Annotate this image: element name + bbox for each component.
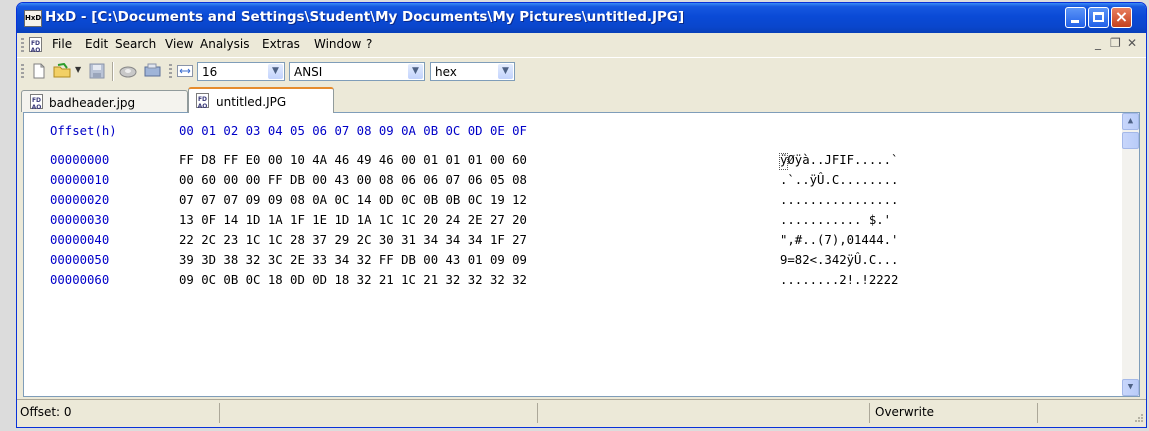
vertical-scrollbar[interactable]: ▲ ▼	[1122, 113, 1139, 396]
maximize-icon	[1093, 12, 1104, 22]
scroll-down-button[interactable]: ▼	[1122, 379, 1139, 396]
row-ascii[interactable]: .`..ÿÛ.C........	[780, 173, 898, 187]
row-ascii[interactable]: ",#..(7),01444.'	[780, 233, 898, 247]
menu-search[interactable]: Search	[115, 37, 156, 51]
tab-badheader[interactable]: FD AO badheader.jpg	[21, 90, 188, 112]
menu-edit[interactable]: Edit	[85, 37, 108, 51]
close-icon: ×	[1114, 7, 1129, 26]
window-title: HxD - [C:\Documents and Settings\Student…	[45, 9, 685, 25]
row-offset: 00000060	[50, 273, 110, 287]
menu-analysis[interactable]: Analysis	[200, 37, 249, 51]
menu-file[interactable]: File	[52, 37, 72, 51]
row-ascii[interactable]: 9=82<.342ÿÛ.C...	[780, 253, 898, 267]
open-ram-icon[interactable]	[143, 63, 163, 79]
menu-window[interactable]: Window	[314, 37, 361, 51]
status-divider	[1037, 403, 1038, 423]
hxd-app-icon[interactable]: HxD	[24, 10, 42, 27]
save-icon[interactable]	[89, 63, 105, 79]
new-file-icon[interactable]	[31, 63, 47, 79]
row-hex-bytes[interactable]: 09 0C 0B 0C 18 0D 0D 18 32 21 1C 21 32 3…	[179, 273, 527, 287]
hxd-window: HxD HxD - [C:\Documents and Settings\Stu…	[16, 2, 1147, 428]
row-offset: 00000010	[50, 173, 110, 187]
toolbar-separator	[112, 62, 114, 81]
minimize-button[interactable]	[1065, 7, 1086, 28]
status-divider	[537, 403, 538, 423]
row-ascii[interactable]: ........2!.!2222	[780, 273, 898, 287]
hex-row[interactable]: 00000030 13 0F 14 1D 1A 1F 1E 1D 1A 1C 1…	[50, 213, 891, 229]
open-dropdown-icon[interactable]: ▼	[75, 65, 81, 74]
row-hex-bytes[interactable]: 39 3D 38 32 3C 2E 33 34 32 FF DB 00 43 0…	[179, 253, 527, 267]
tab-label: badheader.jpg	[49, 96, 136, 110]
menu-view[interactable]: View	[165, 37, 193, 51]
bytes-per-row-icon	[177, 65, 193, 77]
document-tabs: FD AO badheader.jpg FD AO untitled.JPG	[17, 87, 1146, 113]
hex-editor[interactable]: Offset(h) 00 01 02 03 04 05 06 07 08 09 …	[23, 112, 1140, 397]
row-hex-bytes[interactable]: FF D8 FF E0 00 10 4A 46 49 46 00 01 01 0…	[179, 153, 527, 167]
status-divider	[869, 403, 870, 423]
row-offset: 00000050	[50, 253, 110, 267]
column-header: 00 01 02 03 04 05 06 07 08 09 0A 0B 0C 0…	[179, 124, 527, 138]
scroll-up-button[interactable]: ▲	[1122, 113, 1139, 130]
menu-extras[interactable]: Extras	[262, 37, 300, 51]
minimize-icon	[1071, 20, 1079, 23]
hex-row[interactable]: 00000000 FF D8 FF E0 00 10 4A 46 49 46 0…	[50, 153, 898, 169]
row-offset: 00000020	[50, 193, 110, 207]
chevron-down-icon[interactable]: ▼	[498, 64, 513, 79]
caret-cursor	[779, 153, 788, 170]
mdi-close-icon[interactable]: ✕	[1127, 36, 1137, 50]
tab-untitled[interactable]: FD AO untitled.JPG	[188, 87, 334, 113]
chevron-down-icon[interactable]: ▼	[268, 64, 283, 79]
toolbar-grip-2[interactable]	[169, 64, 172, 79]
offset-base-select[interactable]: hex ▼	[430, 62, 515, 81]
open-folder-icon[interactable]	[53, 63, 73, 79]
charset-value: ANSI	[294, 65, 323, 79]
resize-grip-icon[interactable]	[1132, 413, 1144, 425]
document-icon[interactable]: FD AO	[29, 37, 42, 54]
row-hex-bytes[interactable]: 07 07 07 09 09 08 0A 0C 14 0D 0C 0B 0B 0…	[179, 193, 527, 207]
bytes-per-row-value: 16	[202, 65, 218, 79]
mdi-restore-icon[interactable]: ❐	[1110, 36, 1121, 50]
row-ascii[interactable]: ÿØÿà..JFIF.....`	[780, 153, 898, 167]
status-offset: Offset: 0	[20, 405, 72, 419]
menu-bar: FD AO File Edit Search View Analysis Extr…	[17, 33, 1146, 58]
hex-row[interactable]: 00000060 09 0C 0B 0C 18 0D 0D 18 32 21 1…	[50, 273, 898, 289]
maximize-button[interactable]	[1088, 7, 1109, 28]
offset-header: Offset(h)	[50, 124, 117, 138]
status-mode: Overwrite	[875, 405, 935, 419]
row-ascii[interactable]: ................	[780, 193, 898, 207]
row-hex-bytes[interactable]: 22 2C 23 1C 1C 28 37 29 2C 30 31 34 34 3…	[179, 233, 527, 247]
hex-row[interactable]: 00000010 00 60 00 00 FF DB 00 43 00 08 0…	[50, 173, 898, 189]
document-icon: FD AO	[196, 93, 209, 110]
row-offset: 00000030	[50, 213, 110, 227]
row-offset: 00000000	[50, 153, 110, 167]
title-bar[interactable]: HxD HxD - [C:\Documents and Settings\Stu…	[17, 3, 1146, 33]
menu-help[interactable]: ?	[366, 37, 372, 51]
chevron-down-icon[interactable]: ▼	[408, 64, 423, 79]
hex-row[interactable]: 00000040 22 2C 23 1C 1C 28 37 29 2C 30 3…	[50, 233, 898, 249]
offset-base-value: hex	[435, 65, 457, 79]
toolbar: ▼ 16 ▼ ANSI ▼ hex ▼	[17, 58, 1146, 85]
open-disk-icon[interactable]	[118, 63, 138, 79]
tab-label: untitled.JPG	[216, 95, 287, 109]
row-hex-bytes[interactable]: 00 60 00 00 FF DB 00 43 00 08 06 06 07 0…	[179, 173, 527, 187]
row-offset: 00000040	[50, 233, 110, 247]
row-ascii[interactable]: ........... $.'	[780, 213, 898, 227]
mdi-minimize-icon[interactable]: _	[1095, 36, 1101, 50]
toolbar-grip[interactable]	[21, 64, 24, 79]
scroll-thumb[interactable]	[1122, 132, 1139, 149]
hex-row[interactable]: 00000050 39 3D 38 32 3C 2E 33 34 32 FF D…	[50, 253, 898, 269]
close-button[interactable]: ×	[1111, 7, 1132, 28]
row-hex-bytes[interactable]: 13 0F 14 1D 1A 1F 1E 1D 1A 1C 1C 20 24 2…	[179, 213, 527, 227]
hex-row[interactable]: 00000020 07 07 07 09 09 08 0A 0C 14 0D 0…	[50, 193, 898, 209]
bytes-per-row-select[interactable]: 16 ▼	[197, 62, 285, 81]
menubar-grip[interactable]	[21, 38, 24, 53]
status-divider	[219, 403, 220, 423]
document-icon: FD AO	[30, 94, 43, 111]
status-bar: Offset: 0 Overwrite	[17, 399, 1146, 427]
charset-select[interactable]: ANSI ▼	[289, 62, 425, 81]
